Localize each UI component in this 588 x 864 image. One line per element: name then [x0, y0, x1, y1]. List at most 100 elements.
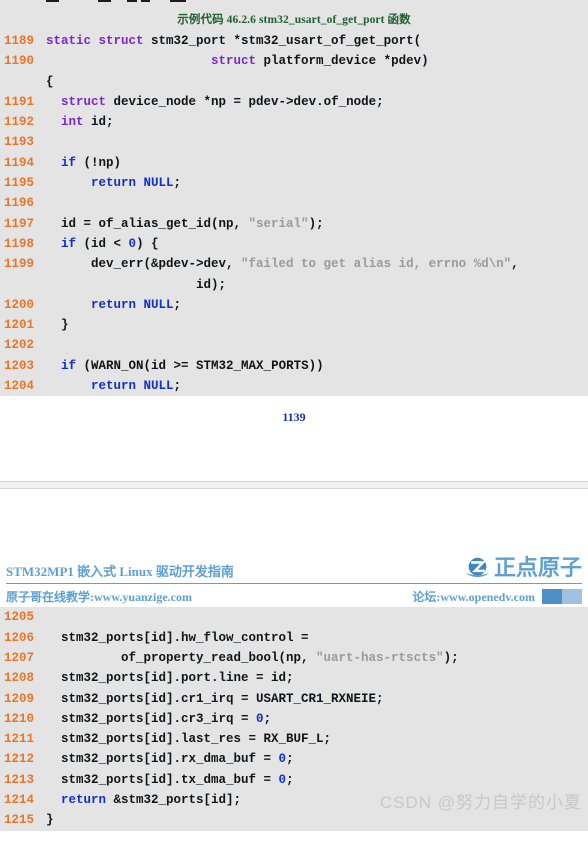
code-line-number: 1209 — [4, 691, 35, 706]
code-line-text: dev_err(&pdev->dev, "failed to get alias… — [46, 257, 519, 272]
code-line: 1209 stm32_ports[id].cr1_irq = USART_CR1… — [0, 689, 588, 709]
code-line-text: id = of_alias_get_id(np, "serial"); — [46, 216, 324, 231]
code-line: 1189 static struct stm32_port *stm32_usar… — [0, 31, 588, 51]
code-line: 1196 — [0, 193, 588, 213]
code-line-text: int id; — [61, 115, 114, 130]
document-title: STM32MP1 嵌入式 Linux 驱动开发指南 — [6, 564, 234, 580]
page-top-margin — [0, 489, 588, 548]
code-line: 1199 dev_err(&pdev->dev, "failed to get … — [0, 254, 588, 274]
code-line: { — [0, 72, 588, 92]
code-line: id); — [0, 275, 588, 295]
header-right-group: 论坛:www.openedv.com — [412, 588, 582, 605]
code-line-number: 1206 — [4, 630, 35, 645]
code-line-number: 1210 — [4, 711, 35, 726]
code-line: 1212 stm32_ports[id].rx_dma_buf = 0; — [0, 749, 588, 769]
code-lines-a: 1189 static struct stm32_port *stm32_usar… — [0, 31, 588, 396]
code-line: 1190 struct platform_device *pdev) — [0, 51, 588, 71]
code-line: 1194 if (!np) — [0, 153, 588, 173]
code-line-text: stm32_ports[id].cr3_irq = 0; — [46, 711, 272, 726]
code-line: 1191 struct device_node *np = pdev->dev.… — [0, 92, 588, 112]
code-listing-block-b: 1205 1206 stm32_ports[id].hw_flow_control… — [0, 607, 588, 831]
page-number: 1139 — [0, 396, 588, 426]
code-line: 1202 — [0, 335, 588, 355]
code-line: 1197 id = of_alias_get_id(np, "serial"); — [0, 214, 588, 234]
header-subtitle-row: 原子哥在线教学:www.yuanzige.com 论坛:www.openedv.… — [6, 584, 582, 607]
code-line-text: if (id < 0) { — [61, 236, 159, 251]
code-line: 1192 int id; — [0, 112, 588, 132]
code-line-text: struct device_node *np = pdev->dev.of_no… — [61, 94, 384, 109]
code-line: 1208 stm32_ports[id].port.line = id; — [0, 668, 588, 688]
code-line-number: 1192 — [4, 115, 35, 130]
code-line-number: 1195 — [4, 176, 35, 191]
code-line: 1193 — [0, 132, 588, 152]
brand-logo: 正点原子 — [464, 554, 582, 581]
code-line-number: 1205 — [4, 610, 35, 625]
document-page-1: 示例代码 46.2.6 stm32_usart_of_get_port 函数 1… — [0, 5, 588, 482]
brand-name: 正点原子 — [493, 554, 582, 580]
code-line-number: 1213 — [4, 772, 35, 787]
code-line-number: 1204 — [4, 379, 35, 394]
header-forum-url[interactable]: 论坛:www.openedv.com — [412, 588, 535, 605]
code-line: 1203 if (WARN_ON(id >= STM32_MAX_PORTS)) — [0, 356, 588, 376]
code-line-number: 1203 — [4, 358, 35, 373]
code-line-number: 1191 — [4, 94, 35, 109]
code-listing-block-a: 示例代码 46.2.6 stm32_usart_of_get_port 函数 1… — [0, 5, 588, 397]
code-line-text: } — [46, 318, 69, 333]
code-line-number: 1208 — [4, 671, 35, 686]
code-line: 1211 stm32_ports[id].last_res = RX_BUF_L… — [0, 729, 588, 749]
code-line-number: 1197 — [4, 216, 35, 231]
code-line-number: 1199 — [4, 257, 35, 272]
code-line: 1210 stm32_ports[id].cr3_irq = 0; — [0, 709, 588, 729]
code-line-text: stm32_ports[id].port.line = id; — [46, 671, 294, 686]
code-line-text: return &stm32_ports[id]; — [61, 793, 242, 808]
header-teaching-url[interactable]: 原子哥在线教学:www.yuanzige.com — [6, 588, 192, 605]
page-break-divider — [0, 481, 588, 490]
code-line: 1207 of_property_read_bool(np, "uart-has… — [0, 648, 588, 668]
code-line-number: 1190 — [4, 54, 35, 69]
code-line-text: stm32_ports[id].hw_flow_control = — [46, 630, 309, 645]
code-line-number: 1207 — [4, 650, 35, 665]
code-line-number: 1202 — [4, 338, 35, 353]
code-line-text: if (!np) — [61, 155, 122, 170]
brand-color-swatch — [542, 588, 582, 604]
code-line: 1213 stm32_ports[id].tx_dma_buf = 0; — [0, 770, 588, 790]
code-line-text: stm32_ports[id].cr1_irq = USART_CR1_RXNE… — [46, 691, 384, 706]
code-line: 1201 } — [0, 315, 588, 335]
code-line-number: 1194 — [4, 155, 35, 170]
code-line: 1205 — [0, 607, 588, 627]
code-line-number: 1214 — [4, 793, 35, 808]
code-line-text: return NULL; — [91, 379, 182, 394]
code-line-text: if (WARN_ON(id >= STM32_MAX_PORTS)) — [61, 358, 324, 373]
code-line: 1200 return NULL; — [0, 295, 588, 315]
code-line-number: 1201 — [4, 318, 35, 333]
alientek-z-logo-icon — [464, 554, 491, 581]
code-line-text: { — [46, 74, 54, 89]
code-line-text: stm32_ports[id].rx_dma_buf = 0; — [46, 752, 294, 767]
code-line-number: 1196 — [4, 196, 35, 211]
code-line-text: struct platform_device *pdev) — [211, 54, 429, 69]
code-line-text: return NULL; — [91, 297, 182, 312]
listing-caption: 示例代码 46.2.6 stm32_usart_of_get_port 函数 — [177, 14, 411, 26]
code-line: 1204 return NULL; — [0, 376, 588, 396]
code-line-number: 1189 — [4, 34, 35, 48]
code-line-number: 1211 — [4, 732, 35, 747]
code-line-text: return NULL; — [91, 176, 182, 191]
document-header: STM32MP1 嵌入式 Linux 驱动开发指南 正点原子 原子哥在线教学:w… — [0, 547, 588, 608]
code-line: 1206 stm32_ports[id].hw_flow_control = — [0, 628, 588, 648]
document-page-2: STM32MP1 嵌入式 Linux 驱动开发指南 正点原子 原子哥在线教学:w… — [0, 547, 588, 831]
header-title-row: STM32MP1 嵌入式 Linux 驱动开发指南 正点原子 — [6, 547, 582, 585]
code-line-text: static struct stm32_port *stm32_usart_of… — [46, 34, 422, 48]
code-line-text: stm32_ports[id].last_res = RX_BUF_L; — [46, 732, 332, 747]
code-line-text: stm32_ports[id].tx_dma_buf = 0; — [46, 772, 294, 787]
code-line: 1215} — [0, 810, 588, 830]
code-line-number: 1212 — [4, 752, 35, 767]
code-line: 1214 return &stm32_ports[id]; — [0, 790, 588, 810]
page-bottom-margin — [0, 425, 588, 482]
code-line-text: } — [46, 813, 54, 828]
code-line-number: 1193 — [4, 135, 35, 150]
code-lines-b: 1205 1206 stm32_ports[id].hw_flow_control… — [0, 607, 588, 830]
code-line: 1195 return NULL; — [0, 173, 588, 193]
code-line: 1198 if (id < 0) { — [0, 234, 588, 254]
code-line-number: 1215 — [4, 813, 35, 828]
code-line-text: of_property_read_bool(np, "uart-has-rtsc… — [46, 650, 459, 665]
